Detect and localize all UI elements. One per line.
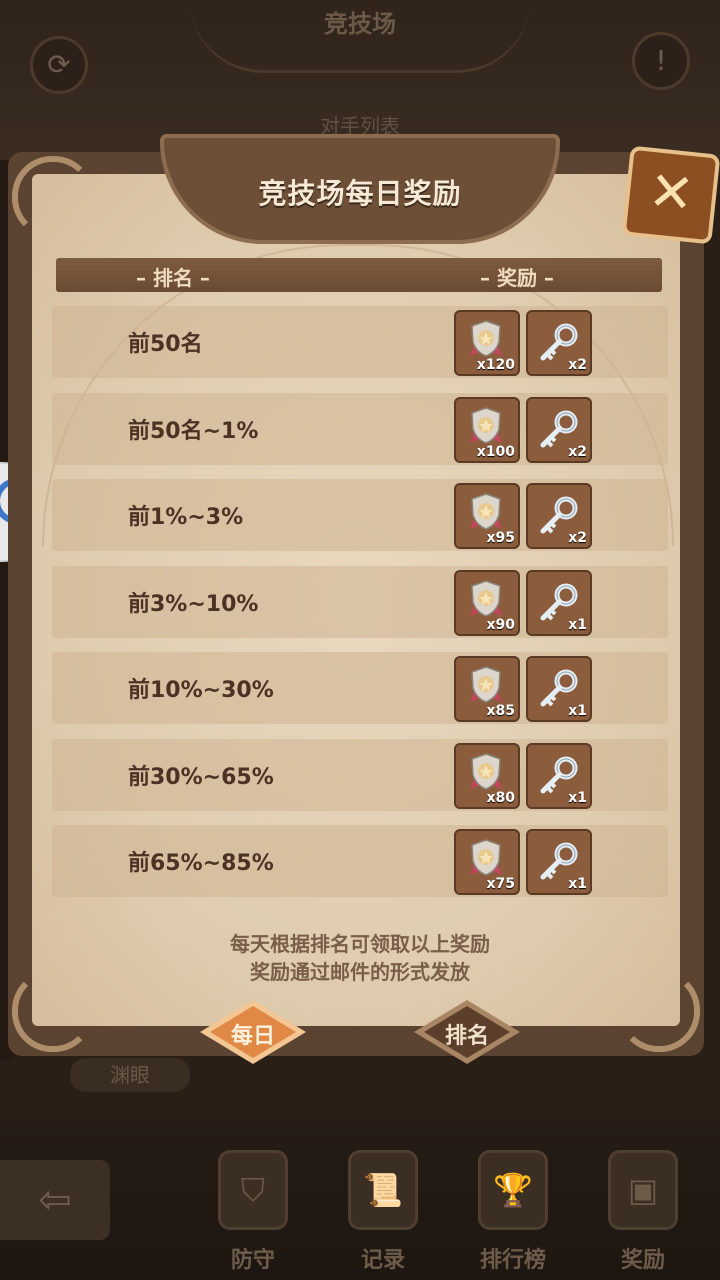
rank-label: 前1%~3% — [128, 505, 244, 530]
medal-reward-slot[interactable]: x100 — [454, 396, 520, 463]
chest-icon: ▣ — [608, 1150, 678, 1230]
key-reward-slot[interactable]: x1 — [526, 742, 592, 809]
medal-icon — [470, 493, 502, 530]
key-reward-slot[interactable]: x2 — [526, 483, 592, 549]
medal-icon — [470, 320, 502, 357]
table-row: 前65%~85% x75 x1 — [52, 825, 668, 897]
medal-reward-slot[interactable]: x85 — [454, 656, 520, 722]
back-arrow-icon[interactable]: ⇦ — [0, 1160, 110, 1240]
deep-eye-button[interactable]: 渊眼 — [70, 1058, 190, 1092]
medal-icon — [470, 666, 502, 703]
medal-count: x75 — [486, 876, 515, 892]
refresh-icon[interactable]: ⟳ — [30, 36, 88, 94]
medal-reward-slot[interactable]: x90 — [454, 569, 520, 636]
table-row: 前50名 x120 x2 — [52, 306, 668, 378]
table-row: 前30%~65% x80 x1 — [52, 738, 668, 811]
nav-records-label: 记录 — [360, 1248, 405, 1273]
key-count: x1 — [568, 703, 587, 719]
key-reward-slot[interactable]: x1 — [526, 829, 592, 895]
reward-note-line2: 奖励通过邮件的形式发放 — [250, 960, 470, 984]
close-icon: ✕ — [645, 158, 698, 227]
medal-icon — [470, 406, 502, 444]
key-count: x1 — [568, 876, 587, 892]
rank-label: 前50名 — [128, 332, 203, 357]
medal-icon — [470, 579, 502, 617]
medal-count: x85 — [486, 703, 515, 719]
key-reward-slot[interactable]: x1 — [526, 656, 592, 722]
close-button[interactable]: ✕ — [621, 145, 720, 245]
medal-reward-slot[interactable]: x95 — [454, 483, 520, 549]
medal-count: x120 — [476, 357, 515, 373]
medal-count: x90 — [486, 616, 515, 633]
medal-count: x100 — [476, 443, 515, 460]
reward-note-line1: 每天根据排名可领取以上奖励 — [230, 932, 490, 956]
nav-rewards-label: 奖励 — [620, 1248, 665, 1273]
medal-reward-slot[interactable]: x75 — [454, 829, 520, 895]
medal-reward-slot[interactable]: x120 — [454, 310, 520, 376]
key-reward-slot[interactable]: x1 — [526, 569, 592, 636]
medal-icon — [470, 752, 502, 790]
dialog-title: 竞技场每日奖励 — [258, 177, 462, 210]
medal-count: x95 — [486, 530, 515, 546]
tab-ranking-label: 排名 — [444, 1024, 489, 1049]
table-row: 前10%~30% x85 x1 — [52, 652, 668, 724]
key-count: x1 — [568, 616, 587, 633]
arena-title: 竞技场 — [324, 10, 396, 38]
scroll-icon: 📜 — [348, 1150, 418, 1230]
rank-label: 前3%~10% — [128, 591, 259, 617]
key-reward-slot[interactable]: x2 — [526, 396, 592, 463]
medal-reward-slot[interactable]: x80 — [454, 742, 520, 809]
key-count: x1 — [568, 789, 587, 806]
table-row: 前3%~10% x90 x1 — [52, 565, 668, 638]
rank-column-header: – 排名 – — [136, 266, 210, 290]
trophy-icon: 🏆 — [478, 1150, 548, 1230]
rank-label: 前10%~30% — [128, 678, 274, 703]
table-header: – 排名 – – 奖励 – — [56, 258, 662, 292]
key-count: x2 — [568, 530, 587, 546]
rank-label: 前65%~85% — [128, 851, 274, 876]
nav-defense[interactable]: ⛉ 防守 — [198, 1150, 308, 1273]
nav-leaderboard-label: 排行榜 — [479, 1248, 546, 1273]
reward-column-header: – 奖励 – — [480, 266, 554, 290]
medal-count: x80 — [486, 789, 515, 806]
rank-label: 前50名~1% — [128, 418, 259, 444]
medal-icon — [470, 839, 502, 876]
rank-label: 前30%~65% — [128, 764, 274, 790]
shield-icon: ⛉ — [218, 1150, 288, 1230]
table-row: 前50名~1% x100 x2 — [52, 392, 668, 465]
tab-daily-label: 每日 — [230, 1024, 275, 1049]
table-row: 前1%~3% x95 x2 — [52, 479, 668, 551]
nav-leaderboard[interactable]: 🏆 排行榜 — [458, 1150, 568, 1273]
nav-defense-label: 防守 — [230, 1248, 275, 1273]
tab-daily[interactable]: 每日 — [178, 992, 328, 1072]
info-icon[interactable]: ! — [632, 32, 690, 90]
corner-ornament-top-left — [12, 156, 94, 238]
nav-records[interactable]: 📜 记录 — [328, 1150, 438, 1273]
key-reward-slot[interactable]: x2 — [526, 310, 592, 376]
key-count: x2 — [568, 443, 587, 460]
tab-ranking[interactable]: 排名 — [392, 992, 542, 1072]
key-count: x2 — [568, 357, 587, 373]
nav-rewards[interactable]: ▣ 奖励 — [588, 1150, 698, 1273]
